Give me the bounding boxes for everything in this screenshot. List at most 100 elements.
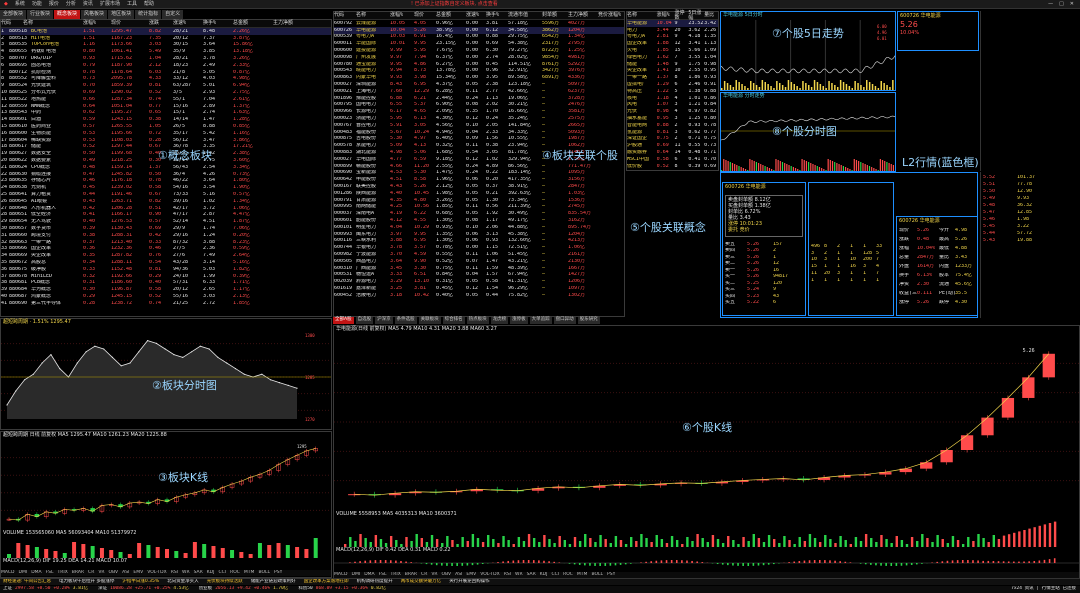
indicator-tab[interactable]: PSY: [607, 572, 615, 578]
stock-row[interactable]: 000690 宝新能源 4.53 5.30 1.47亿 0.24 0.22 183.14亿 —1…: [334, 170, 624, 177]
board-row[interactable]: 21 880624 CPO概念 0.48 1159.14 1.37 56/43 2.54 3.3…: [1, 164, 331, 171]
board-row[interactable]: 3 880535 TOPCon电池 1.16 1173.66 3.03 30/15 3.64 1…: [1, 42, 331, 49]
indicator-tab[interactable]: VR: [98, 570, 104, 576]
stock-row[interactable]: 600726 华电能源 10.04 5.26 38.9亿 0.00 6.12 34.58亿 38…: [334, 26, 624, 34]
tab-style[interactable]: 风格板块: [81, 10, 108, 19]
indicator-tab[interactable]: DMA: [364, 572, 374, 578]
status-index[interactable]: 深证 10086.28 +25.71 +0.25% 4.53亿: [98, 587, 189, 592]
indicator-tab[interactable]: CR: [421, 572, 427, 578]
board-row[interactable]: 8 880552 可降解塑料 0.73 2095.78 4.33 33/12 4.03 4.98…: [1, 76, 331, 83]
indicator-tab[interactable]: OBV: [442, 572, 452, 578]
board-row[interactable]: 37 880678 MiniLED 0.32 1192.66 0.29 24/10 1.99 0…: [1, 273, 331, 280]
board-row[interactable]: 38 880681 PCB概念 0.31 1186.60 0.40 57/31 6.33 1.7…: [1, 279, 331, 286]
news-item[interactable]: 储能产业链迎政策利好: [251, 579, 296, 585]
stock-row[interactable]: 601619 嘉泽新能 3.25 3.81 0.45亿 0.12 1.54 96.29亿 —10…: [334, 285, 624, 292]
stock-tab[interactable]: 盘口异动: [553, 317, 576, 324]
indicator-tab[interactable]: VOL-TDX: [147, 570, 166, 576]
board-row[interactable]: 23 880635 存储芯片 0.46 1176.18 0.78 46/22 3.64 1.80…: [1, 178, 331, 185]
tab-stat[interactable]: 统计指标: [135, 10, 162, 19]
indicator-tab[interactable]: WR: [182, 570, 190, 576]
board-row[interactable]: 6 880695 固态电池 0.79 1187.90 2.12 18/23 2.49 2.33亿: [1, 62, 331, 69]
board-row[interactable]: 40 880687 鸿蒙概念 0.29 1245.15 0.52 55/16 3.03 2.13…: [1, 293, 331, 300]
indicator-tab[interactable]: PSY: [274, 570, 282, 576]
concept-row[interactable]: 氢能源 0.81 3 0.62 0.77: [627, 129, 718, 136]
stock-row[interactable]: 600023 浙能电力 5.95 6.13 4.30亿 0.12 0.24 35.24亿 —25…: [334, 115, 624, 122]
stock-row[interactable]: 600116 三峡水利 3.88 6.95 1.30亿 0.06 0.93 132.60亿 —4…: [334, 238, 624, 245]
board-row[interactable]: 22 880630 铜缆连接 0.47 1245.82 0.50 36/4 4.26 0.73亿: [1, 171, 331, 178]
board-volume-chart[interactable]: [1, 538, 331, 558]
indicator-tab[interactable]: VOL-TDX: [480, 572, 499, 578]
stock-row[interactable]: 600101 明星电力 4.04 10.29 0.93亿 0.10 2.06 44.88亿 —8…: [334, 224, 624, 231]
indicator-tab[interactable]: EMV: [466, 572, 476, 578]
stock-row[interactable]: 000037 深南电A 4.19 6.22 0.68亿 0.05 1.92 30.49亿 —83…: [334, 210, 624, 217]
concept-row[interactable]: 特高压 1.22 5 1.38 0.88: [627, 88, 718, 95]
indicator-tab[interactable]: MACD: [1, 570, 15, 576]
news-item[interactable]: 两市成交额突破万亿: [401, 579, 442, 585]
board-row[interactable]: 12 880559 NMN概念 0.64 1051.04 0.77 15/16 2.89 1.3…: [1, 103, 331, 110]
board-row[interactable]: 33 880666 国企改革 0.36 1232.36 0.46 27/5 2.36 0.59亿: [1, 246, 331, 253]
menu-help[interactable]: 帮助: [144, 1, 154, 7]
board-row[interactable]: 24 880638 光刻机 0.45 1239.02 0.58 54/16 3.54 1.90亿: [1, 184, 331, 191]
stock-row[interactable]: 000027 深圳能源 8.43 6.95 4.37亿 0.05 2.38 123.18亿 —5…: [334, 81, 624, 88]
concept-row[interactable]: 融资融券 0.64 14 0.48 0.71: [627, 149, 718, 156]
stock-row[interactable]: 000600 建投能源 9.99 5.95 7.67亿 0.00 6.30 79.27亿 872…: [334, 47, 624, 54]
board-row[interactable]: 41 880690 第三代半导体 0.28 1238.72 0.74 21/25 2.72 1.…: [1, 300, 331, 307]
status-index[interactable]: 科创50 868.09 +3.15 +0.36% 0.82亿: [298, 587, 386, 592]
board-row[interactable]: 26 880645 AI眼镜 0.43 1263.71 0.82 39/16 1.02 1.34…: [1, 198, 331, 205]
concept-row[interactable]: 一带一路 1.37 8 1.86 0.93: [627, 74, 718, 81]
indicator-tab[interactable]: CR: [88, 570, 94, 576]
maximize-icon[interactable]: □: [1059, 1, 1064, 7]
stock-row[interactable]: 600995 南网储能 4.25 10.56 1.85亿 0.11 0.56 211.39亿 —…: [334, 204, 624, 211]
stock-row[interactable]: 000993 闽东电力 3.97 9.95 1.35亿 0.06 3.13 45.38亿 —12…: [334, 231, 624, 238]
news-item[interactable]: 央行开展逆回购操作: [449, 579, 490, 585]
indicator-tab[interactable]: ROC: [230, 570, 240, 576]
indicator-tab[interactable]: SAR: [527, 572, 536, 578]
concept-row[interactable]: 储能 1.48 9 1.75 0.98: [627, 61, 718, 68]
concept-row[interactable]: 粤电力A 2.81 9 4.18 1.35: [627, 34, 718, 41]
board-row[interactable]: 11 880522 地热能 0.66 1287.34 0.74 55/1 7.04 2.61亿: [1, 96, 331, 103]
stock-row[interactable]: 000791 甘肃能源 4.35 4.80 3.26亿 0.05 1.30 73.34亿 —15…: [334, 197, 624, 204]
indicator-tab[interactable]: FSL: [379, 572, 387, 578]
stock-tab[interactable]: 热点板块: [466, 317, 489, 324]
stock-tab[interactable]: 自选股: [355, 317, 374, 324]
concept-row[interactable]: 光伏 0.98 4 0.97 0.82: [627, 108, 718, 115]
board-row[interactable]: 17 880604 稀缺资源 0.53 1108.03 0.28 56/12 3.47 3.86…: [1, 137, 331, 144]
tab-all-boards[interactable]: 全部板块: [0, 10, 27, 19]
board-kline-chart[interactable]: 1295: [1, 440, 331, 530]
stock-tab[interactable]: 龙虎榜: [490, 317, 509, 324]
board-row[interactable]: 36 880675 破净股 0.33 1152.48 0.81 94/36 5.03 1.82亿: [1, 266, 331, 273]
concept-row[interactable]: 华电能源 10.04 9 23.52 3.42: [627, 20, 718, 27]
alert-message[interactable]: ! 已添加上证指数自定义板块, 点击查看: [411, 1, 498, 7]
concept-row[interactable]: 核电 1.18 4 1.01 0.86: [627, 95, 718, 102]
board-row[interactable]: 15 880610 医药商业 0.57 1265.55 1.05 26/5 8.88 0.85亿: [1, 123, 331, 130]
concept-row[interactable]: 虚拟电厂 1.29 6 2.46 0.91: [627, 81, 718, 88]
board-time-chart[interactable]: 130012851270: [1, 327, 331, 429]
stock-row[interactable]: 600792 云煤能源 10.05 4.05 0.96亿 0.00 3.81 57.18亿 55…: [334, 20, 624, 27]
indicator-tab[interactable]: KDJ: [540, 572, 548, 578]
indicator-tab[interactable]: RSI: [171, 570, 178, 576]
board-row[interactable]: 16 880600 生物质能 0.53 1195.66 0.72 35/17 5.42 1.16…: [1, 130, 331, 137]
board-row[interactable]: 32 880663 一带一路 0.37 1213.40 0.33 87/32 3.88 8.23…: [1, 239, 331, 246]
tab-industry[interactable]: 行业板块: [27, 10, 54, 19]
stock-tab[interactable]: 关联板块: [418, 317, 441, 324]
board-row[interactable]: 34 880669 央企改革 0.35 1287.82 0.76 27/6 7.49 2.64亿: [1, 252, 331, 259]
status-index[interactable]: 创业板 2056.13 +9.42 +0.46% 1.70亿: [199, 587, 289, 592]
stock-row[interactable]: 600310 广西能源 3.45 3.30 0.75亿 0.11 1.59 48.39亿 —16…: [334, 265, 624, 272]
stock-tab[interactable]: 大单追踪: [529, 317, 552, 324]
menu-info[interactable]: 资讯: [83, 1, 93, 7]
news-item[interactable]: 机构调研热度提升: [357, 579, 393, 585]
concept-row[interactable]: 深证国企 0.75 2 0.71 0.75: [627, 136, 718, 143]
indicator-tab[interactable]: CCI: [218, 570, 226, 576]
board-row[interactable]: 9 880524 光伏建筑 0.70 1859.39 0.81 63/287 5.01 6.94…: [1, 82, 331, 89]
indicator-tab[interactable]: BOLL: [258, 570, 270, 576]
indicator-tab[interactable]: BRAR: [405, 572, 417, 578]
indicator-tab[interactable]: TRIX: [391, 572, 401, 578]
indicator-tab[interactable]: MACD: [334, 572, 348, 578]
stock-row[interactable]: 000601 韶能股份 4.12 4.55 1.30亿 0.08 1.17 49.17亿 —31…: [334, 217, 624, 224]
news-item[interactable]: 电力板块午后拉升 多股涨停: [59, 579, 114, 585]
stock-tab[interactable]: 综合排名: [442, 317, 465, 324]
board-row[interactable]: 14 880601 白酒 0.59 1243.15 0.38 14/14 1.47 1.28亿: [1, 116, 331, 123]
stock-tab[interactable]: 股东研究: [577, 317, 600, 324]
tab-concept[interactable]: 概念板块: [54, 10, 81, 19]
stock-row[interactable]: 600098 广州发展 9.97 7.94 6.37亿 0.00 2.74 28.02亿 985…: [334, 54, 624, 61]
